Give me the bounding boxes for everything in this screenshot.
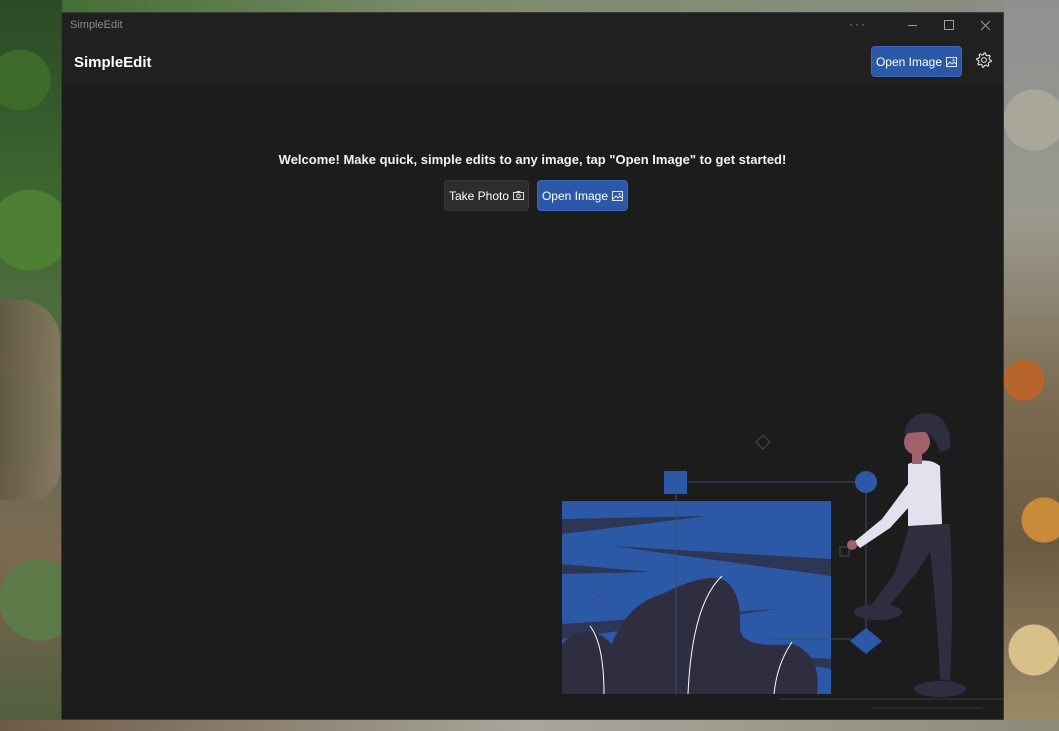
app-bar: SimpleEdit Open Image: [62, 38, 1003, 84]
title-bar[interactable]: SimpleEdit ···: [62, 13, 1003, 39]
app-window: SimpleEdit ··· SimpleEdit Open Image Wel…: [61, 12, 1004, 720]
illustration-person-leg-front: [872, 522, 942, 614]
illustration-diamond-outline: [755, 434, 771, 450]
app-name: SimpleEdit: [74, 54, 152, 71]
open-image-main-label: Open Image: [541, 188, 609, 203]
minimize-icon: [908, 25, 917, 26]
illustration-diamond-handle: [850, 628, 882, 654]
main-content: Welcome! Make quick, simple edits to any…: [62, 84, 1003, 719]
gear-icon[interactable]: [975, 51, 993, 69]
wallpaper-antler: [0, 300, 60, 500]
editing-illustration: [562, 413, 1002, 709]
close-icon: [980, 20, 991, 31]
welcome-message: Welcome! Make quick, simple edits to any…: [278, 152, 787, 167]
illustration-person-shoe: [854, 604, 902, 620]
open-image-main-button[interactable]: Open Image: [537, 180, 628, 211]
window-title: SimpleEdit: [70, 19, 123, 31]
maximize-icon: [944, 20, 954, 30]
open-image-button[interactable]: Open Image: [871, 46, 962, 77]
wallpaper-bottom-strip: [0, 720, 1059, 731]
illustration-person-hand: [847, 540, 857, 550]
illustration-person-shoe: [914, 681, 966, 697]
illustration-square-handle: [664, 471, 687, 494]
wallpaper-right-strip: [1004, 0, 1059, 731]
camera-icon: [513, 191, 525, 200]
image-icon: [946, 56, 958, 67]
illustration-small-square: [839, 546, 850, 557]
take-photo-label: Take Photo: [448, 188, 510, 203]
more-options-button[interactable]: ···: [840, 13, 876, 38]
illustration-person-neck: [912, 452, 922, 464]
illustration-circle-handle: [855, 471, 877, 493]
maximize-button[interactable]: [931, 13, 967, 38]
minimize-button[interactable]: [894, 13, 930, 38]
image-icon: [612, 190, 624, 201]
close-button[interactable]: [968, 13, 1003, 38]
open-image-label: Open Image: [875, 54, 943, 69]
take-photo-button[interactable]: Take Photo: [444, 180, 529, 211]
wallpaper-top-strip: [0, 0, 1059, 12]
